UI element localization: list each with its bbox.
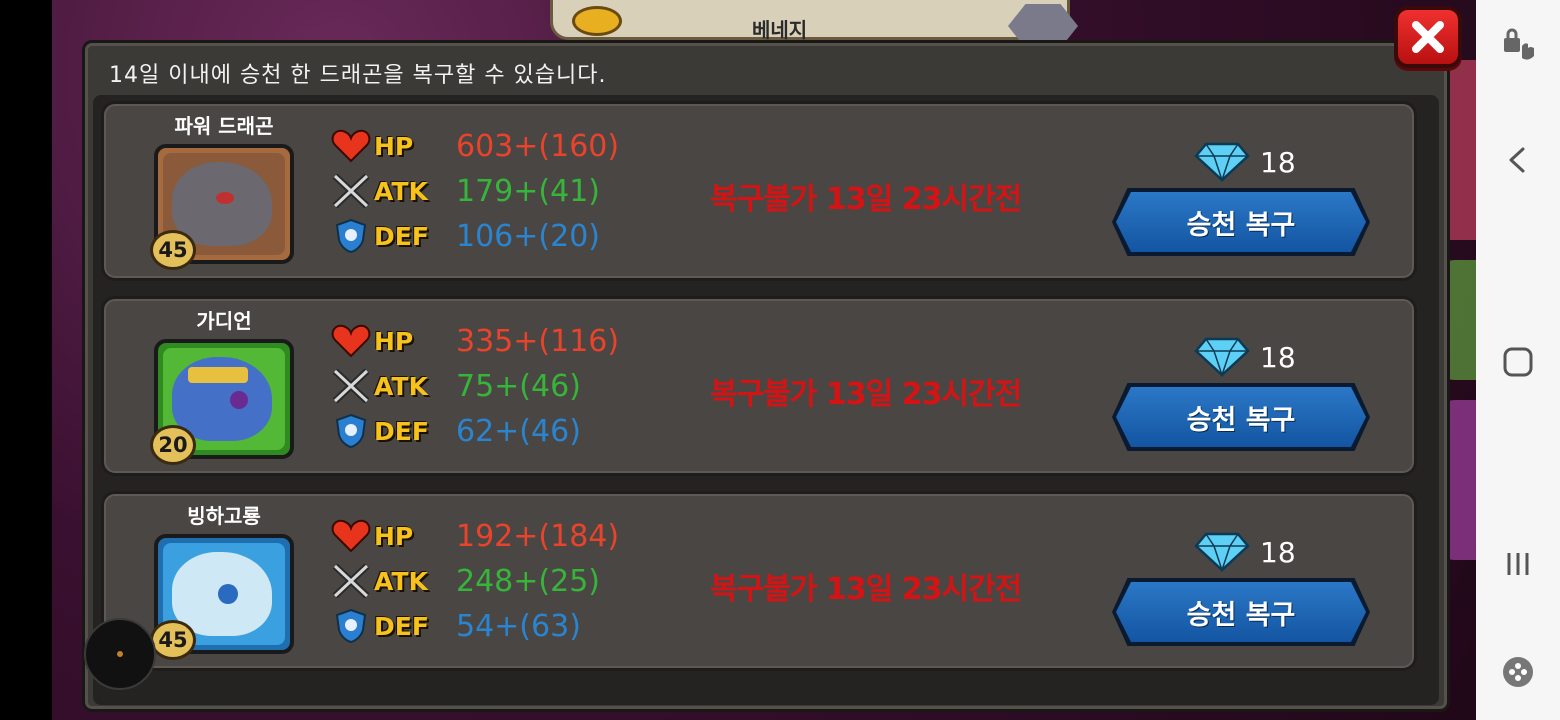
diamond-icon [1194,142,1250,182]
cost: 18 [1194,337,1296,377]
swords-icon [330,368,372,404]
close-button[interactable] [1394,6,1462,68]
atk-label: ATK [374,566,428,596]
diamond-icon [1194,337,1250,377]
atk-value: 179+(41) [456,173,600,209]
dragon-name: 빙하고룡 [187,504,261,528]
shield-icon [330,218,372,254]
floating-assist-button[interactable] [84,618,156,690]
hp-row: HP 192+(184) [330,516,619,556]
dragon-card: 빙하고룡 45 HP 192+(184) ATK 248+(25) DEF 54… [101,491,1417,671]
restore-dialog: 14일 이내에 승천 한 드래곤을 복구할 수 있습니다. 파워 드래곤 45 … [82,40,1450,712]
hp-label: HP [374,521,414,551]
system-nav-bar [1476,0,1560,720]
restore-status: 복구불가 13일 23시간전 [710,377,1022,412]
restore-button[interactable]: 승천 복구 [1116,582,1366,642]
hp-value: 603+(160) [456,128,620,164]
atk-row: ATK 75+(46) [330,366,581,406]
restore-status: 복구불가 13일 23시간전 [710,572,1022,607]
restore-button[interactable]: 승천 복구 [1116,192,1366,252]
restore-button[interactable]: 승천 복구 [1116,387,1366,447]
hp-label: HP [374,326,414,356]
dragon-card: 파워 드래곤 45 HP 603+(160) ATK 179+(41) DEF … [101,101,1417,281]
swords-icon [330,563,372,599]
atk-label: ATK [374,176,428,206]
atk-label: ATK [374,371,428,401]
def-label: DEF [374,611,429,641]
cost-value: 18 [1260,145,1296,179]
dragon-name: 가디언 [196,309,252,333]
dialog-message: 14일 이내에 승천 한 드래곤을 복구할 수 있습니다. [109,63,607,88]
shield-icon [330,413,372,449]
hp-value: 335+(116) [456,323,620,359]
def-row: DEF 54+(63) [330,606,581,646]
cost-value: 18 [1260,340,1296,374]
hp-label: HP [374,131,414,161]
hp-value: 192+(184) [456,518,620,554]
cost: 18 [1194,532,1296,572]
def-row: DEF 62+(46) [330,411,581,451]
dragon-list: 파워 드래곤 45 HP 603+(160) ATK 179+(41) DEF … [93,95,1439,705]
heart-icon [330,518,372,554]
def-label: DEF [374,221,429,251]
heart-icon [330,128,372,164]
cost: 18 [1194,142,1296,182]
swords-icon [330,173,372,209]
cost-value: 18 [1260,535,1296,569]
close-x-icon [1412,21,1444,53]
level-badge: 45 [150,620,196,660]
diamond-icon [1194,532,1250,572]
recents-icon[interactable] [1496,542,1540,586]
def-value: 106+(20) [456,218,600,254]
heart-icon [330,323,372,359]
hp-row: HP 603+(160) [330,126,619,166]
home-icon[interactable] [1496,340,1540,384]
top-tab-label: 베네지 [752,18,808,42]
def-value: 62+(46) [456,413,581,449]
hp-row: HP 335+(116) [330,321,619,361]
level-badge: 45 [150,230,196,270]
atk-row: ATK 248+(25) [330,561,600,601]
dragon-card: 가디언 20 HP 335+(116) ATK 75+(46) DEF 62+(… [101,296,1417,476]
restore-status: 복구불가 13일 23시간전 [710,182,1022,217]
atk-value: 248+(25) [456,563,600,599]
atk-row: ATK 179+(41) [330,171,600,211]
coin-icon [572,6,622,36]
back-icon[interactable] [1496,138,1540,182]
def-value: 54+(63) [456,608,581,644]
screen: 베네지 14일 이내에 승천 한 드래곤을 복구할 수 있습니다. 파워 드래곤… [0,0,1560,720]
def-label: DEF [374,416,429,446]
dragon-name: 파워 드래곤 [174,114,274,138]
assist-dot-icon [117,651,123,657]
atk-value: 75+(46) [456,368,581,404]
touch-lock-icon[interactable] [1496,22,1540,66]
def-row: DEF 106+(20) [330,216,600,256]
game-tools-icon[interactable] [1496,650,1540,694]
level-badge: 20 [150,425,196,465]
shield-icon [330,608,372,644]
top-tab [550,0,1070,40]
